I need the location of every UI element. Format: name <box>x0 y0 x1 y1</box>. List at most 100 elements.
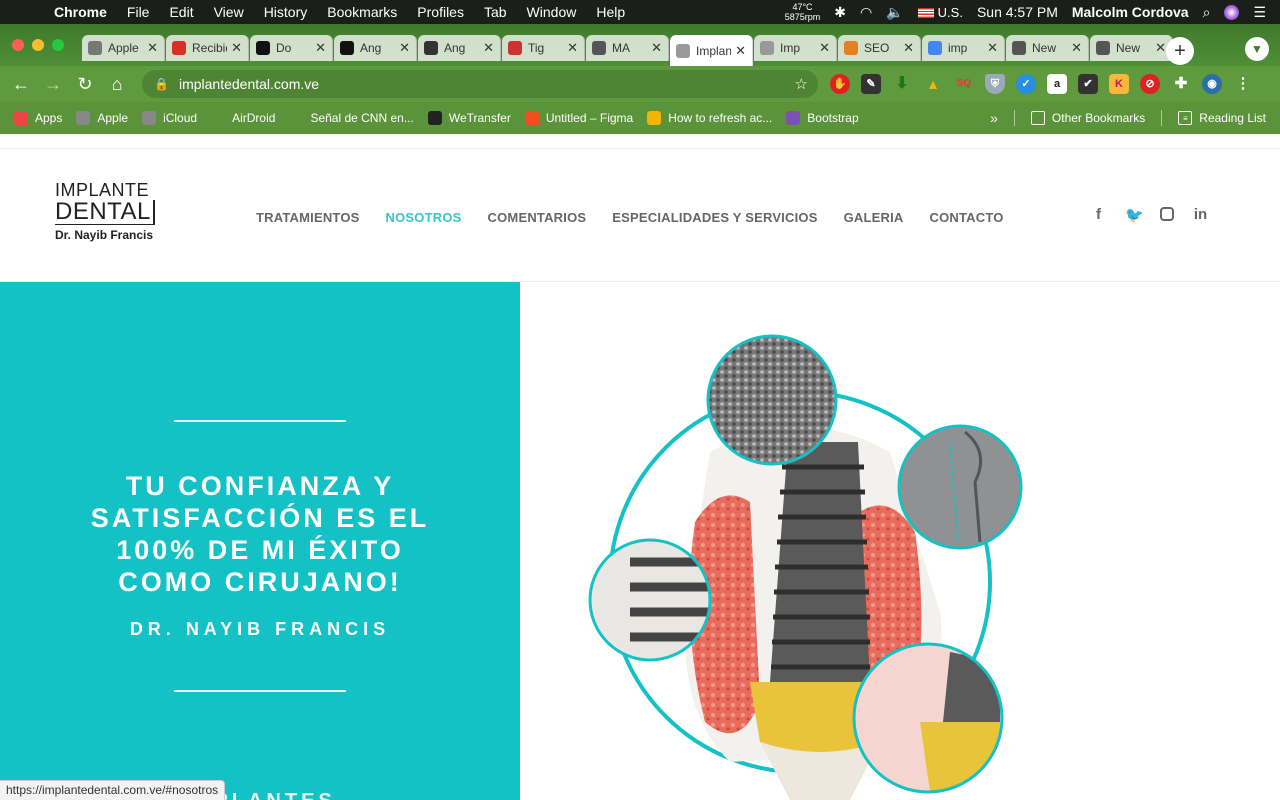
siri-icon[interactable] <box>1224 4 1240 20</box>
back-icon[interactable]: ← <box>10 73 32 95</box>
extensions-puzzle-icon[interactable]: ✚ <box>1171 74 1191 94</box>
implant-illustration-panel <box>520 282 1280 800</box>
tab-close-icon[interactable]: ✕ <box>483 40 494 56</box>
browser-tab[interactable]: Ang ✕ <box>334 35 417 61</box>
input-source[interactable]: U.S. <box>917 5 963 20</box>
planet-icon <box>508 41 522 55</box>
chrome-icon <box>1012 41 1026 55</box>
tab-close-icon[interactable]: ✕ <box>315 40 326 56</box>
browser-tab[interactable]: MA ✕ <box>586 35 669 61</box>
more-bookmarks-chevron-icon[interactable]: » <box>990 110 998 126</box>
nav-contacto[interactable]: CONTACTO <box>930 210 1004 225</box>
menu-bookmarks[interactable]: Bookmarks <box>327 4 397 20</box>
wifi-icon[interactable]: ◠ <box>860 4 872 21</box>
browser-tab[interactable]: Ang ✕ <box>418 35 501 61</box>
tab-close-icon[interactable]: ✕ <box>399 40 410 56</box>
amazon-extension-icon[interactable]: a <box>1047 74 1067 94</box>
clock[interactable]: Sun 4:57 PM <box>977 4 1058 20</box>
tab-search-button[interactable]: ▼ <box>1245 37 1269 61</box>
lastpass-extension-icon[interactable]: ⊘ <box>1140 74 1160 94</box>
new-tab-button[interactable]: + <box>1166 37 1194 65</box>
user-name[interactable]: Malcolm Cordova <box>1072 4 1189 20</box>
reload-icon[interactable]: ↻ <box>74 73 96 95</box>
bookmark-item[interactable]: Apple <box>76 111 128 125</box>
linkedin-icon[interactable]: in <box>1192 206 1209 224</box>
k-extension-icon[interactable]: K <box>1109 74 1129 94</box>
browser-tab[interactable]: Implante✕ <box>670 35 753 66</box>
chrome-menu-icon[interactable]: ⋮ <box>1233 74 1253 94</box>
nav-galeria[interactable]: GALERIA <box>844 210 904 225</box>
bookmark-item[interactable]: WeTransfer <box>427 111 511 125</box>
bookmark-item[interactable]: How to refresh ac... <box>647 111 772 125</box>
nav-tratamientos[interactable]: TRATAMIENTOS <box>256 210 360 225</box>
browser-tab[interactable]: Apple ✕ <box>82 35 165 61</box>
bookmark-item[interactable]: Señal de CNN en... <box>289 111 414 125</box>
other-bookmarks[interactable]: Other Bookmarks <box>1030 111 1145 125</box>
menu-tab[interactable]: Tab <box>484 4 507 20</box>
menu-file[interactable]: File <box>127 4 150 20</box>
forward-icon[interactable]: → <box>42 73 64 95</box>
bookmark-item[interactable]: iCloud <box>142 111 197 125</box>
browser-tab[interactable]: Do ✕ <box>250 35 333 61</box>
drive-extension-icon[interactable]: ▲ <box>923 74 943 94</box>
menu-edit[interactable]: Edit <box>169 4 193 20</box>
download-extension-icon[interactable]: ⬇ <box>892 74 912 94</box>
temperature-value: 47°C <box>792 2 813 12</box>
twitter-icon[interactable]: 🐦 <box>1125 206 1144 224</box>
minimize-window-button[interactable] <box>32 39 44 51</box>
color-picker-extension-icon[interactable]: ✎ <box>861 74 881 94</box>
lock-icon[interactable]: 🔒 <box>154 77 169 91</box>
tab-close-icon[interactable]: ✕ <box>735 43 746 59</box>
seoquake-extension-icon[interactable]: SQ <box>954 74 974 94</box>
nav-nosotros[interactable]: NOSOTROS <box>386 210 462 225</box>
bookmark-item[interactable]: Untitled – Figma <box>524 111 633 125</box>
adblock-extension-icon[interactable]: ✋ <box>830 74 850 94</box>
tab-close-icon[interactable]: ✕ <box>1155 40 1166 56</box>
browser-tab[interactable]: Recibidos ✕ <box>166 35 249 61</box>
browser-tab[interactable]: SEO ✕ <box>838 35 921 61</box>
tab-close-icon[interactable]: ✕ <box>903 40 914 56</box>
home-icon[interactable]: ⌂ <box>106 73 128 95</box>
browser-tab[interactable]: Tig ✕ <box>502 35 585 61</box>
browser-tab[interactable]: Imp ✕ <box>754 35 837 61</box>
nav-especialidades[interactable]: ESPECIALIDADES Y SERVICIOS <box>612 210 817 225</box>
instagram-icon[interactable] <box>1160 207 1174 221</box>
menu-view[interactable]: View <box>214 4 244 20</box>
bluetooth-icon[interactable]: ✱ <box>834 4 846 21</box>
bookmark-item[interactable]: Bootstrap <box>786 111 859 125</box>
facebook-icon[interactable]: f <box>1090 206 1107 224</box>
close-window-button[interactable] <box>12 39 24 51</box>
shield-extension-icon[interactable]: ⛨ <box>985 74 1005 94</box>
address-bar[interactable]: 🔒 implantedental.com.ve ☆ <box>142 70 818 98</box>
bookmark-item[interactable]: Apps <box>14 111 62 125</box>
temperature-readout[interactable]: 47°C 5875rpm <box>785 2 821 22</box>
tasks-extension-icon[interactable]: ✔ <box>1078 74 1098 94</box>
tab-close-icon[interactable]: ✕ <box>819 40 830 56</box>
menu-window[interactable]: Window <box>527 4 577 20</box>
site-logo[interactable]: IMPLANTE DENTAL Dr. Nayib Francis <box>55 180 185 250</box>
bookmark-star-icon[interactable]: ☆ <box>795 75 808 93</box>
spotlight-search-icon[interactable]: ⌕ <box>1203 4 1211 21</box>
menu-app-name[interactable]: Chrome <box>54 4 107 20</box>
tab-close-icon[interactable]: ✕ <box>987 40 998 56</box>
menu-help[interactable]: Help <box>596 4 625 20</box>
reading-list[interactable]: ≡ Reading List <box>1178 111 1266 125</box>
menu-profiles[interactable]: Profiles <box>417 4 464 20</box>
bookmark-item[interactable]: AirDroid <box>211 111 275 125</box>
browser-tab[interactable]: New ✕ <box>1006 35 1089 61</box>
tab-close-icon[interactable]: ✕ <box>147 40 158 56</box>
browser-tab[interactable]: New ✕ <box>1090 35 1173 61</box>
tab-close-icon[interactable]: ✕ <box>231 40 242 56</box>
tab-close-icon[interactable]: ✕ <box>1071 40 1082 56</box>
profile-avatar-icon[interactable]: ◉ <box>1202 74 1222 94</box>
tab-close-icon[interactable]: ✕ <box>651 40 662 56</box>
tab-close-icon[interactable]: ✕ <box>567 40 578 56</box>
nav-comentarios[interactable]: COMENTARIOS <box>488 210 587 225</box>
bookmark-label: iCloud <box>163 111 198 125</box>
browser-tab[interactable]: imp ✕ <box>922 35 1005 61</box>
volume-icon[interactable]: 🔈 <box>886 4 903 21</box>
check-extension-icon[interactable]: ✓ <box>1016 74 1036 94</box>
control-center-icon[interactable]: ☰ <box>1253 4 1266 21</box>
zoom-window-button[interactable] <box>52 39 64 51</box>
menu-history[interactable]: History <box>264 4 308 20</box>
